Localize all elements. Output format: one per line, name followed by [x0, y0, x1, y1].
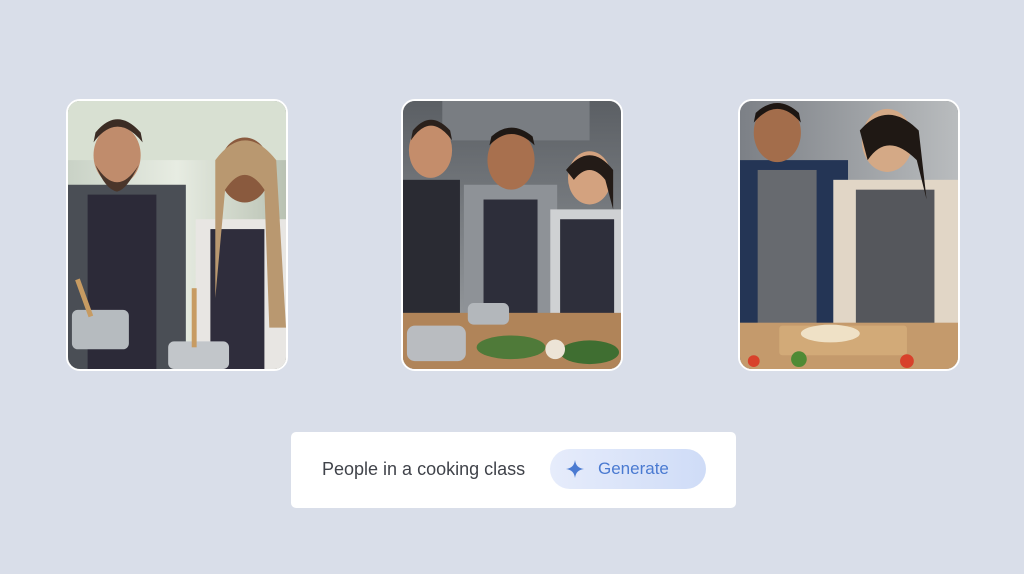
prompt-bar: People in a cooking class Generate — [291, 432, 736, 508]
generated-image-1[interactable] — [66, 99, 288, 371]
generated-image-2[interactable] — [401, 99, 623, 371]
cooking-photo-3 — [740, 101, 958, 369]
sparkle-icon — [566, 460, 584, 478]
generated-image-3[interactable] — [738, 99, 960, 371]
generate-label: Generate — [598, 459, 669, 478]
cooking-photo-1 — [68, 101, 286, 369]
prompt-input[interactable]: People in a cooking class — [322, 459, 525, 480]
generate-button[interactable]: Generate — [550, 449, 706, 489]
cooking-photo-2 — [403, 101, 621, 369]
